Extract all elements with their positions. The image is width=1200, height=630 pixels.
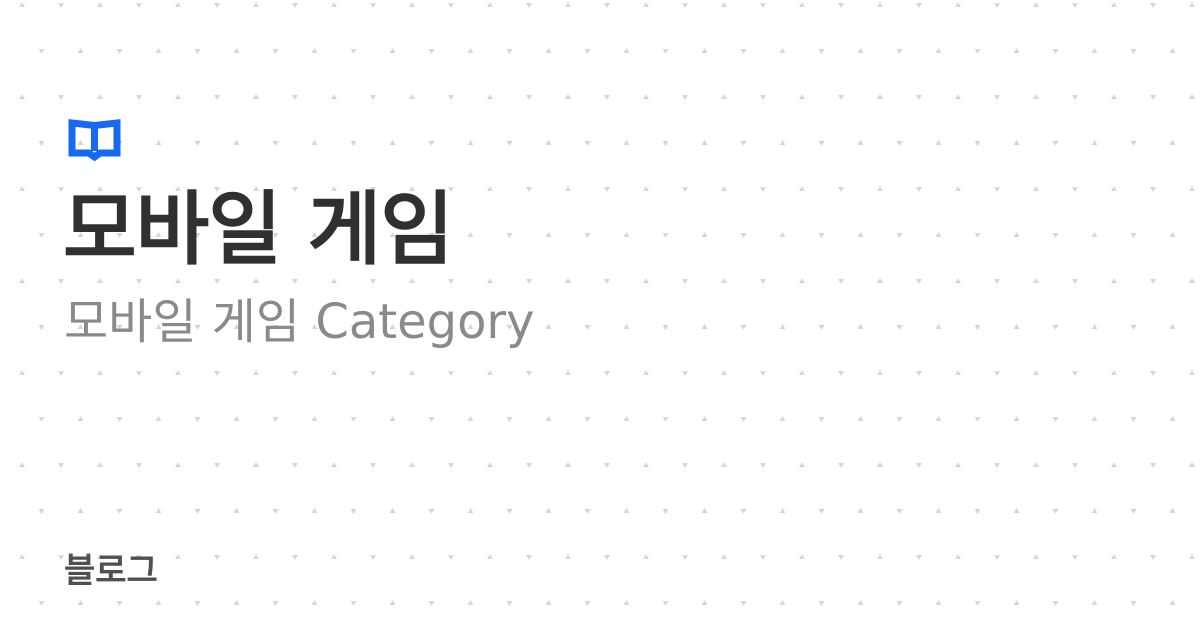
page-title: 모바일 게임 <box>63 183 454 276</box>
site-label: 블로그 <box>64 551 158 591</box>
open-book-icon <box>68 119 121 162</box>
card: 모바일 게임 모바일 게임 Category 블로그 <box>0 0 1200 630</box>
page-subtitle: 모바일 게임 Category <box>64 294 535 350</box>
